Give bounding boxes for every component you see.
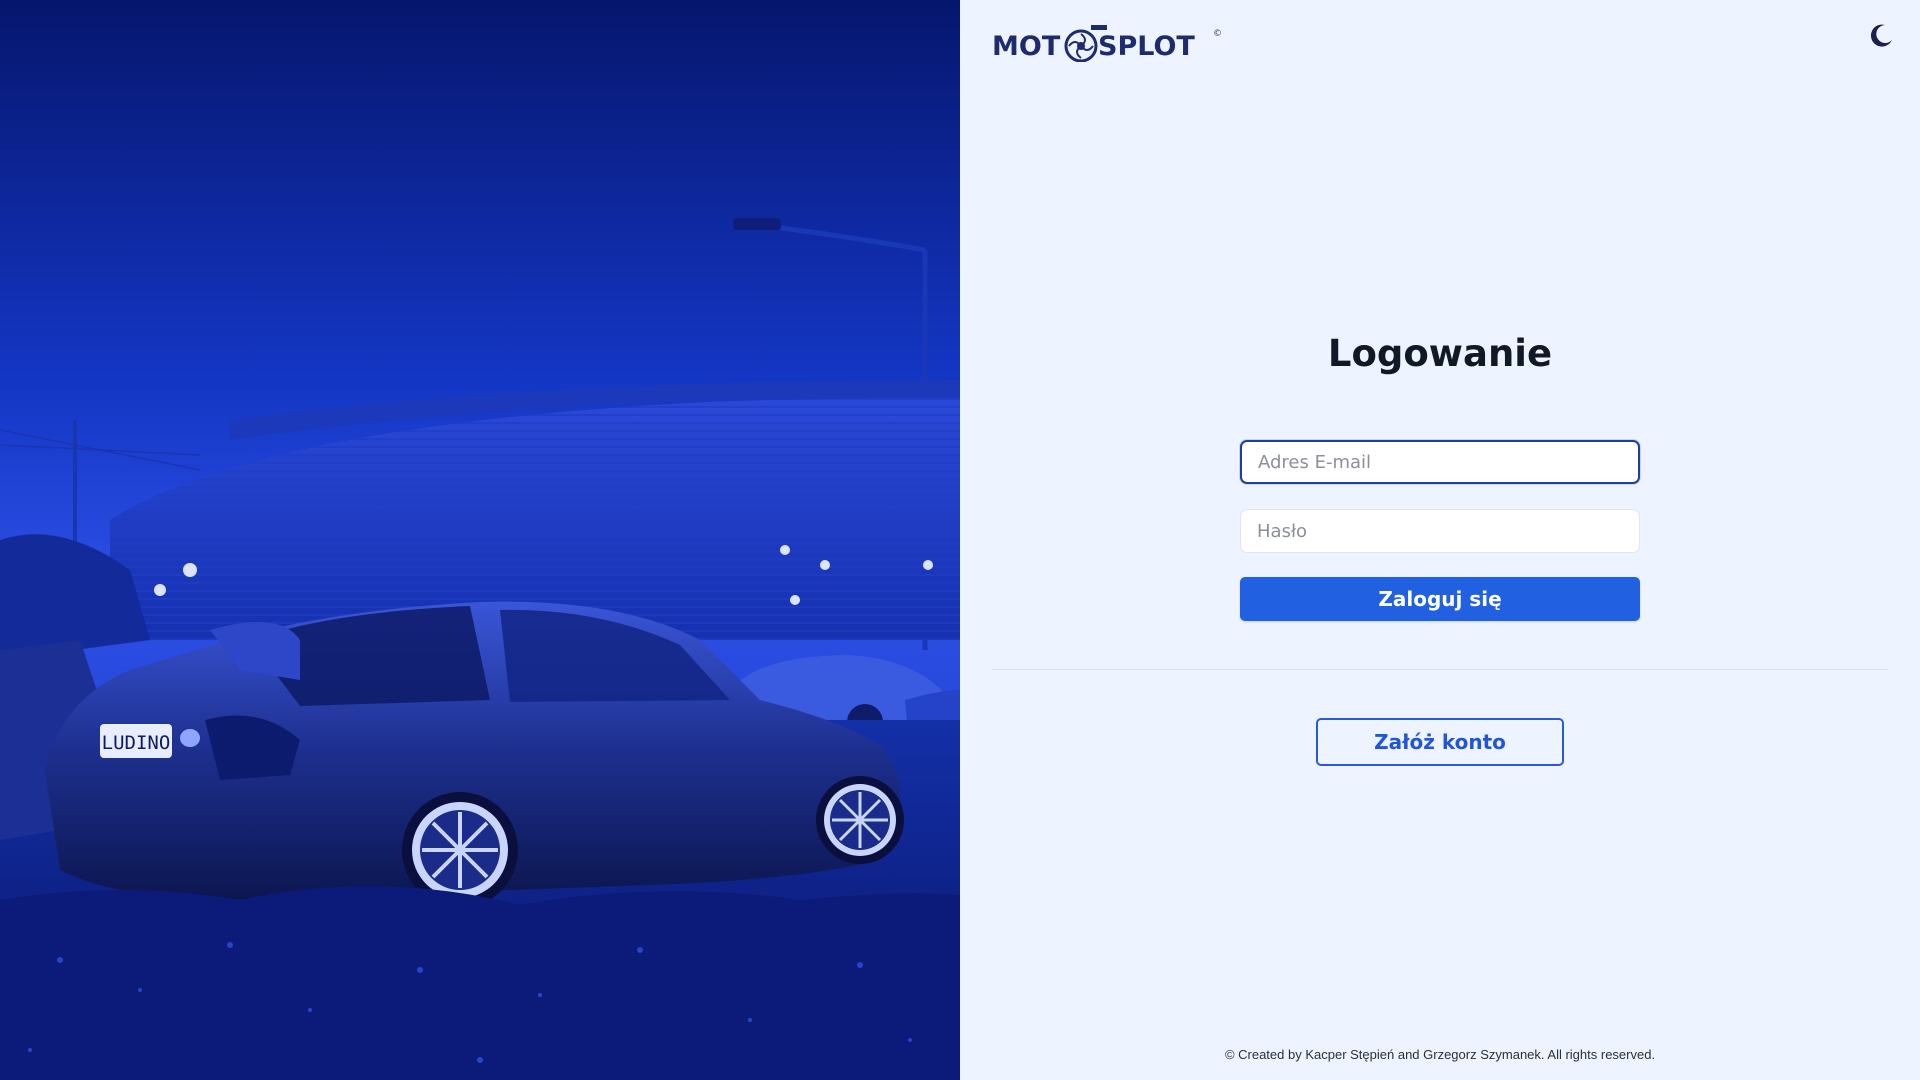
hero-image: LUDINO: [0, 0, 960, 1080]
license-plate: LUDINO: [102, 732, 171, 754]
email-input[interactable]: [1240, 440, 1640, 484]
login-panel: MOT SPLOT © Logowanie Zaloguj się Załóż …: [960, 0, 1920, 1080]
divider: [992, 669, 1888, 670]
theme-toggle-button[interactable]: [1864, 18, 1898, 52]
login-button[interactable]: Zaloguj się: [1240, 577, 1640, 621]
page-title: Logowanie: [1327, 332, 1553, 375]
logo-text-left: MOT: [992, 31, 1061, 62]
motosplot-logo[interactable]: MOT SPLOT ©: [992, 14, 1222, 63]
logo-text-right: SPLOT: [1098, 31, 1195, 62]
password-input[interactable]: [1240, 509, 1640, 553]
car-photo: LUDINO: [0, 0, 960, 1080]
logo-mark: ©: [1213, 29, 1222, 39]
moon-icon: [1870, 24, 1892, 47]
footer-copyright: © Created by Kacper Stępień and Grzegorz…: [1224, 1047, 1656, 1062]
register-button[interactable]: Załóż konto: [1316, 718, 1564, 766]
